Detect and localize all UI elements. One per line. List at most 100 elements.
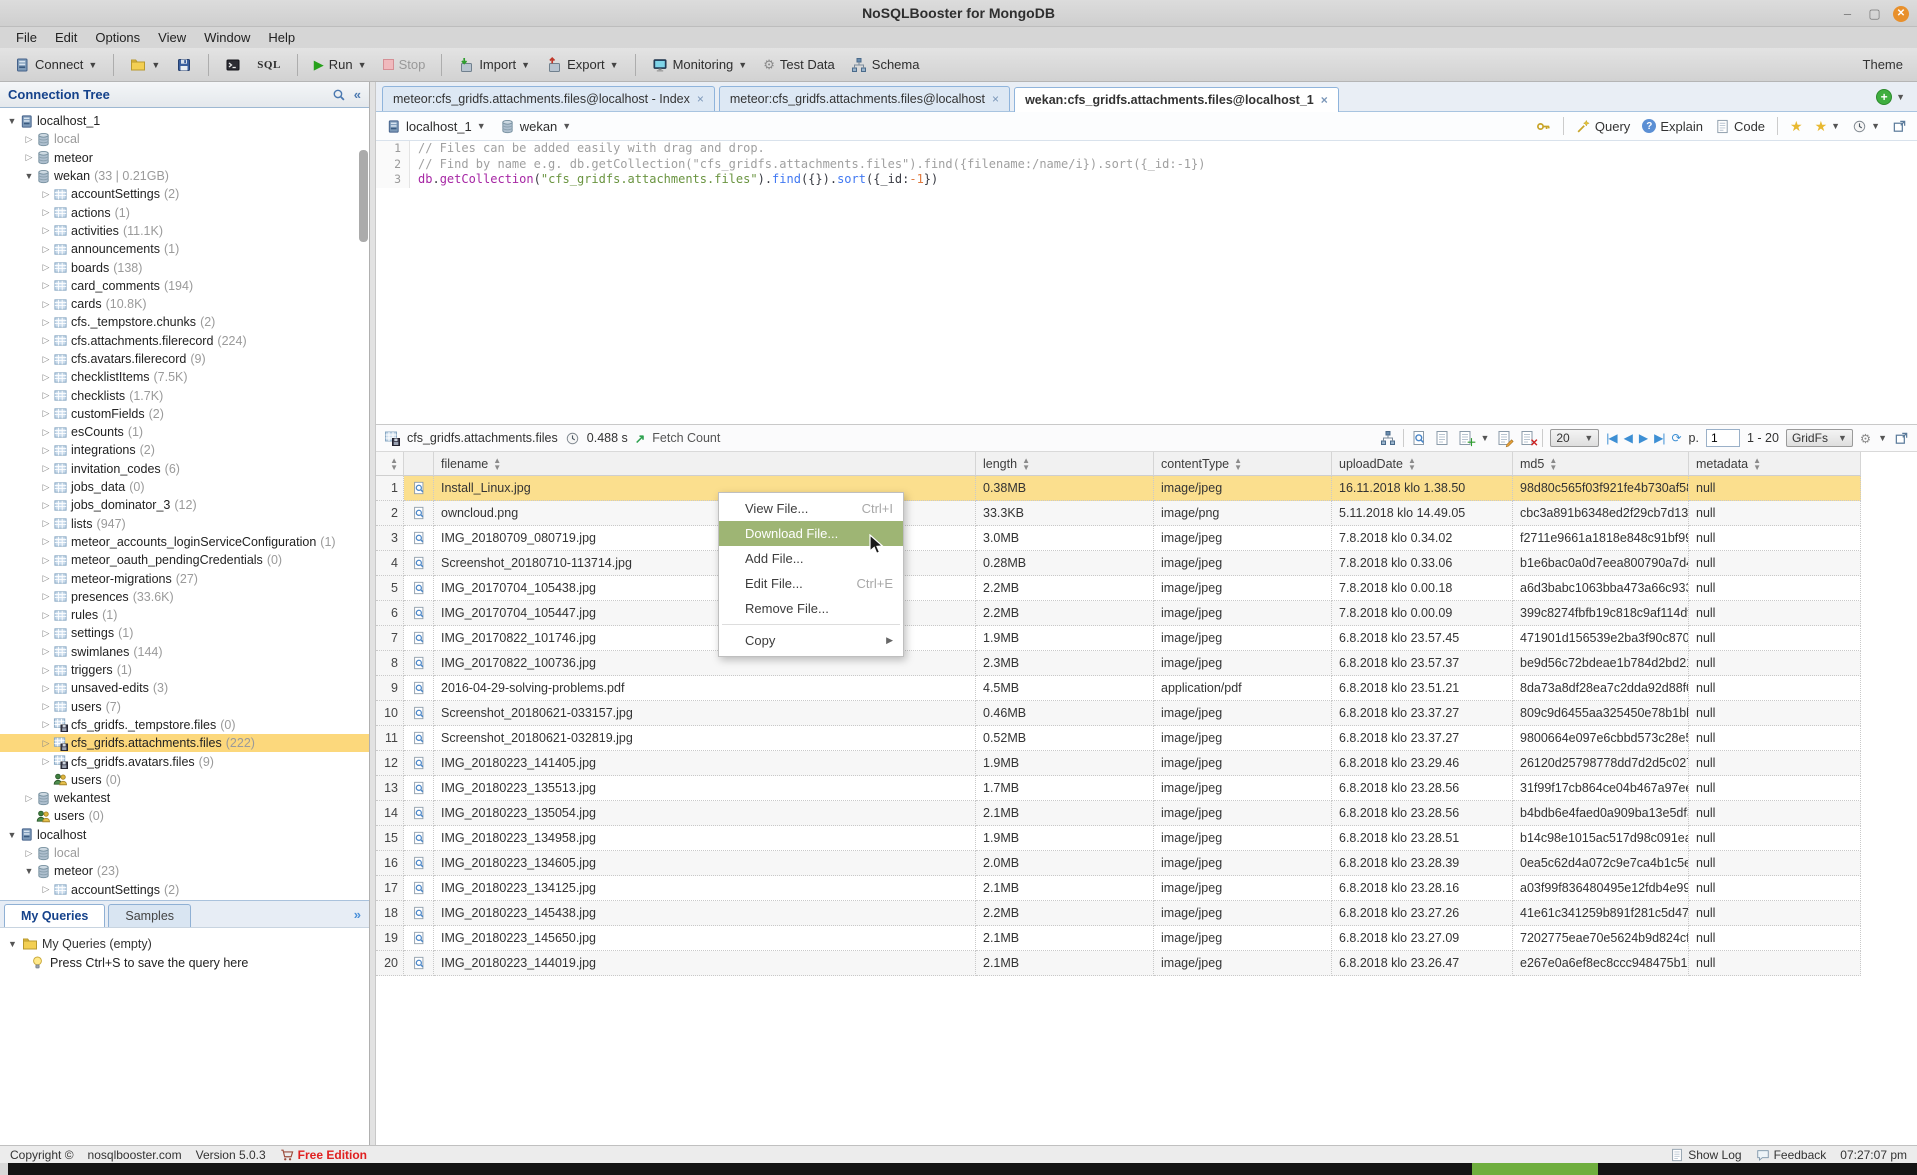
theme-button[interactable]: Theme: [1863, 57, 1909, 72]
table-row[interactable]: 7IMG_20170822_101746.jpg1.9MBimage/jpeg6…: [376, 626, 1861, 651]
collapsed-arrow-icon[interactable]: ▷: [40, 445, 52, 456]
column-header-metadata[interactable]: metadata▲▼: [1689, 452, 1861, 476]
tab-my-queries[interactable]: My Queries: [4, 904, 105, 927]
close-tab-icon[interactable]: ×: [697, 92, 704, 106]
favorites-menu-button[interactable]: ★▼: [1815, 118, 1840, 135]
close-tab-icon[interactable]: ×: [992, 92, 999, 106]
collapsed-arrow-icon[interactable]: ▷: [40, 701, 52, 712]
tree-item-presences[interactable]: ▷presences(33.6K): [0, 588, 369, 606]
save-button[interactable]: [170, 53, 198, 77]
collapsed-arrow-icon[interactable]: ▷: [40, 884, 52, 895]
table-row[interactable]: 10Screenshot_20180621-033157.jpg0.46MBim…: [376, 701, 1861, 726]
site-link[interactable]: nosqlbooster.com: [88, 1148, 182, 1162]
tree-item-settings[interactable]: ▷settings(1): [0, 624, 369, 642]
collapsed-arrow-icon[interactable]: ▷: [40, 317, 52, 328]
tree-item-actions[interactable]: ▷actions(1): [0, 203, 369, 221]
close-icon[interactable]: ✕: [1893, 6, 1909, 22]
menu-item-view-file-[interactable]: View File...Ctrl+I: [719, 496, 903, 521]
tree-item-accountsettings[interactable]: ▷accountSettings(2): [0, 880, 369, 898]
table-row[interactable]: 12IMG_20180223_141405.jpg1.9MBimage/jpeg…: [376, 751, 1861, 776]
tree-item-integrations[interactable]: ▷integrations(2): [0, 441, 369, 459]
column-header-filename[interactable]: filename▲▼: [434, 452, 976, 476]
table-row[interactable]: 92016-04-29-solving-problems.pdf4.5MBapp…: [376, 676, 1861, 701]
code-button[interactable]: Code: [1715, 119, 1765, 134]
tree-item-wekantest[interactable]: ▷wekantest: [0, 789, 369, 807]
page-number-input[interactable]: [1706, 429, 1740, 447]
collapsed-arrow-icon[interactable]: ▷: [23, 152, 35, 163]
view-document-icon[interactable]: [1434, 430, 1450, 446]
collapsed-arrow-icon[interactable]: ▷: [40, 189, 52, 200]
collapsed-arrow-icon[interactable]: ▷: [40, 244, 52, 255]
row-preview-cell[interactable]: [404, 801, 434, 826]
collapsed-arrow-icon[interactable]: ▷: [40, 372, 52, 383]
results-gear-icon[interactable]: ⚙: [1860, 431, 1871, 446]
row-preview-cell[interactable]: [404, 576, 434, 601]
chevron-collapse-icon[interactable]: »: [354, 907, 361, 922]
show-log-button[interactable]: Show Log: [1670, 1148, 1741, 1162]
row-preview-cell[interactable]: [404, 551, 434, 576]
test-data-button[interactable]: ⚙ Test Data: [757, 53, 841, 77]
row-preview-cell[interactable]: [404, 701, 434, 726]
first-page-button[interactable]: |◀: [1606, 431, 1616, 445]
tree-item-cfs-attachments-filerecord[interactable]: ▷cfs.attachments.filerecord(224): [0, 332, 369, 350]
row-preview-cell[interactable]: [404, 726, 434, 751]
tree-item-localhost[interactable]: ▼localhost: [0, 826, 369, 844]
tree-item-users[interactable]: users(0): [0, 771, 369, 789]
key-icon[interactable]: [1536, 119, 1551, 134]
sql-button[interactable]: SQL: [251, 55, 287, 75]
tab-samples[interactable]: Samples: [108, 904, 191, 927]
table-row[interactable]: 4Screenshot_20180710-113714.jpg0.28MBima…: [376, 551, 1861, 576]
menu-edit[interactable]: Edit: [47, 28, 85, 47]
collapsed-arrow-icon[interactable]: ▷: [40, 207, 52, 218]
tree-item-wekan[interactable]: ▼wekan(33 | 0.21GB): [0, 167, 369, 185]
menu-view[interactable]: View: [150, 28, 194, 47]
table-row[interactable]: 16IMG_20180223_134605.jpg2.0MBimage/jpeg…: [376, 851, 1861, 876]
tree-item-checklists[interactable]: ▷checklists(1.7K): [0, 386, 369, 404]
edit-document-button[interactable]: [1496, 430, 1512, 446]
tree-item-localhost-1[interactable]: ▼localhost_1: [0, 112, 369, 130]
tree-item-users[interactable]: ▷users(7): [0, 698, 369, 716]
collapse-panel-icon[interactable]: «: [354, 87, 361, 102]
tree-item-users[interactable]: users(0): [0, 807, 369, 825]
tree-item-invitation-codes[interactable]: ▷invitation_codes(6): [0, 460, 369, 478]
row-preview-cell[interactable]: [404, 826, 434, 851]
row-preview-cell[interactable]: [404, 626, 434, 651]
tree-item-meteor[interactable]: ▷meteor: [0, 149, 369, 167]
collapsed-arrow-icon[interactable]: ▷: [40, 646, 52, 657]
expanded-arrow-icon[interactable]: ▼: [6, 830, 18, 840]
history-button[interactable]: ▼: [1852, 119, 1880, 134]
free-edition-badge[interactable]: Free Edition: [280, 1148, 367, 1162]
collapsed-arrow-icon[interactable]: ▷: [40, 280, 52, 291]
analyze-schema-icon[interactable]: [1380, 430, 1396, 446]
find-in-results-icon[interactable]: [1411, 430, 1427, 446]
export-button[interactable]: Export▼: [540, 53, 625, 77]
collapsed-arrow-icon[interactable]: ▷: [40, 390, 52, 401]
tree-item-jobs-dominator-3[interactable]: ▷jobs_dominator_3(12): [0, 496, 369, 514]
query-wizard-button[interactable]: Query: [1576, 119, 1630, 134]
last-page-button[interactable]: ▶|: [1654, 431, 1664, 445]
feedback-button[interactable]: Feedback: [1756, 1148, 1827, 1162]
collapsed-arrow-icon[interactable]: ▷: [40, 335, 52, 346]
collapsed-arrow-icon[interactable]: ▷: [23, 134, 35, 145]
tree-item-checklistitems[interactable]: ▷checklistItems(7.5K): [0, 368, 369, 386]
tree-item-cfs-gridfs-attachments-files[interactable]: ▷cfs_gridfs.attachments.files(222): [0, 734, 369, 752]
tree-item-cfs-gridfs-tempstore-files[interactable]: ▷cfs_gridfs._tempstore.files(0): [0, 716, 369, 734]
tree-item-card-comments[interactable]: ▷card_comments(194): [0, 277, 369, 295]
expanded-arrow-icon[interactable]: ▼: [23, 866, 35, 876]
tree-item-meteor[interactable]: ▼meteor(23): [0, 862, 369, 880]
menu-item-edit-file-[interactable]: Edit File...Ctrl+E: [719, 571, 903, 596]
close-tab-icon[interactable]: ×: [1321, 93, 1328, 107]
collapsed-arrow-icon[interactable]: ▷: [40, 628, 52, 639]
tree-scrollbar[interactable]: [359, 150, 368, 242]
row-preview-cell[interactable]: [404, 651, 434, 676]
open-results-window-icon[interactable]: [1894, 431, 1909, 446]
collapsed-arrow-icon[interactable]: ▷: [40, 591, 52, 602]
row-preview-cell[interactable]: [404, 601, 434, 626]
collapsed-arrow-icon[interactable]: ▷: [40, 408, 52, 419]
collapsed-arrow-icon[interactable]: ▷: [40, 683, 52, 694]
import-button[interactable]: Import▼: [452, 53, 536, 77]
tree-item-rules[interactable]: ▷rules(1): [0, 606, 369, 624]
favorite-star-icon[interactable]: ★: [1790, 118, 1803, 135]
tree-item-triggers[interactable]: ▷triggers(1): [0, 661, 369, 679]
menu-item-copy[interactable]: Copy▶: [719, 628, 903, 653]
